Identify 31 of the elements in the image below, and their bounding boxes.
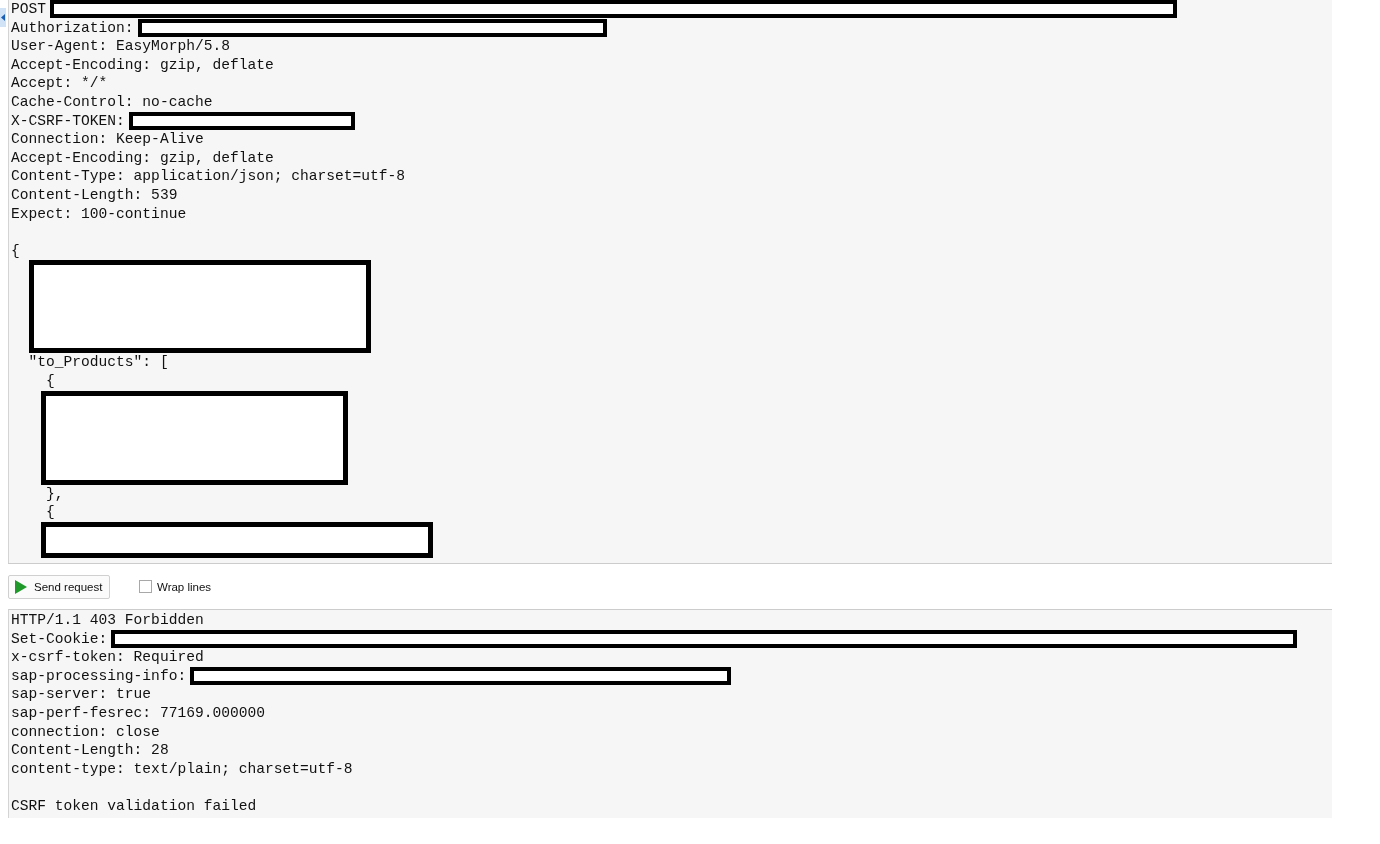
wrap-lines-checkbox[interactable] bbox=[139, 580, 152, 593]
json-line: { bbox=[46, 503, 55, 522]
json-line: { bbox=[46, 371, 55, 391]
text-line: Content-Type: application/json; charset=utf-8 bbox=[11, 167, 406, 186]
send-request-button[interactable]: Send request bbox=[8, 574, 110, 599]
wrap-lines-label[interactable]: Wrap lines bbox=[157, 580, 212, 593]
json-line: }, bbox=[46, 484, 64, 504]
text-line: connection: close bbox=[11, 722, 160, 742]
text-line: Accept-Encoding: gzip, deflate bbox=[11, 55, 274, 75]
line-label: POST bbox=[11, 0, 47, 19]
text-line: CSRF token validation failed bbox=[11, 796, 257, 816]
text-line: Content-Length: 28 bbox=[11, 741, 169, 760]
text-line: Connection: Keep-Alive bbox=[11, 130, 204, 149]
text-line: x-csrf-token: Required bbox=[11, 648, 204, 667]
text-line: Accept-Encoding: gzip, deflate bbox=[11, 148, 274, 168]
text-line: Expect: 100-continue bbox=[11, 204, 187, 224]
json-line: "to_Products": [ bbox=[28, 353, 169, 372]
text-line: User-Agent: EasyMorph/5.8 bbox=[11, 37, 230, 56]
text-line: HTTP/1.1 403 Forbidden bbox=[11, 611, 204, 630]
play-icon bbox=[15, 579, 27, 594]
line-label: X-CSRF-TOKEN: bbox=[11, 111, 125, 131]
json-line: { bbox=[11, 241, 20, 261]
line-label: Authorization: bbox=[11, 18, 134, 38]
line-label: sap-processing-info: bbox=[11, 666, 187, 686]
text-line: Accept: */* bbox=[11, 74, 108, 93]
text-line: Cache-Control: no-cache bbox=[11, 92, 213, 112]
text-line: sap-server: true bbox=[11, 685, 152, 704]
text-line: content-type: text/plain; charset=utf-8 bbox=[11, 759, 353, 779]
line-label: Set-Cookie: bbox=[11, 629, 108, 649]
text-line: Content-Length: 539 bbox=[11, 185, 178, 205]
text-line: sap-perf-fesrec: 77169.000000 bbox=[11, 703, 265, 723]
